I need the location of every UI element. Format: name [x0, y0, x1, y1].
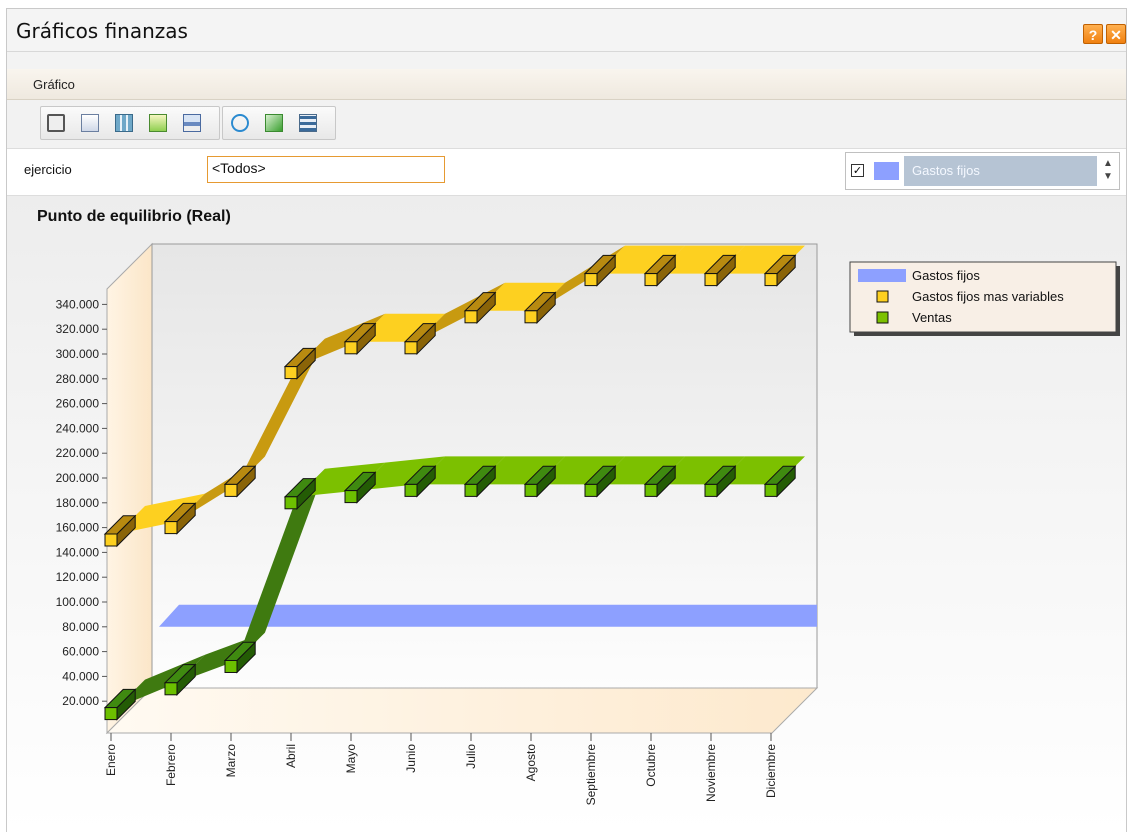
toolbar-group-1 — [40, 106, 220, 140]
menu-bar: Gráfico — [7, 69, 1126, 100]
series-selector[interactable]: ✓ Gastos fijos ▲ ▼ — [845, 152, 1120, 190]
y-tick-label: 140.000 — [56, 545, 100, 559]
table-icon[interactable] — [115, 114, 133, 132]
x-tick-label: Septiembre — [584, 744, 598, 806]
window-icon[interactable] — [47, 114, 65, 132]
series-color-swatch — [874, 162, 899, 180]
x-tick-label: Junio — [404, 744, 418, 773]
export-icon[interactable] — [265, 114, 283, 132]
x-tick-label: Julio — [464, 744, 478, 769]
refresh-icon[interactable] — [231, 114, 249, 132]
x-tick-label: Agosto — [524, 744, 538, 782]
toolbar — [7, 100, 1126, 149]
series-spinner[interactable]: ▲ ▼ — [1101, 157, 1115, 185]
y-tick-label: 60.000 — [62, 645, 99, 659]
chart-title: Punto de equilibrio (Real) — [37, 208, 231, 225]
menu-grafico-label: Gráfico — [33, 77, 75, 92]
title-bar: Gráficos finanzas ? ✕ — [7, 9, 1126, 52]
y-tick-label: 20.000 — [62, 694, 99, 708]
ejercicio-input[interactable]: <Todos> — [207, 156, 445, 183]
ejercicio-label: ejercicio — [24, 162, 72, 177]
y-tick-label: 80.000 — [62, 620, 99, 634]
legend-gastos-fijos-mas-variables-swatch — [876, 290, 889, 303]
y-tick-label: 220.000 — [56, 446, 100, 460]
series-checkbox[interactable]: ✓ — [851, 164, 864, 177]
close-button[interactable]: ✕ — [1106, 24, 1126, 44]
x-tick-label: Mayo — [344, 744, 358, 774]
chart-area: Punto de equilibrio (Real) 20.000 40.000 6… — [7, 196, 1126, 832]
x-tick-label: Marzo — [224, 744, 238, 778]
legend-ventas-swatch — [876, 311, 889, 324]
chart-legend: Gastos fijos Gastos fijos mas variables Ve… — [849, 261, 1120, 336]
toolbar-group-2 — [222, 106, 336, 140]
swap-icon[interactable] — [299, 114, 317, 132]
series-selected-label: Gastos fijos — [904, 156, 1097, 186]
y-tick-label: 320.000 — [56, 322, 100, 336]
window-title: Gráficos finanzas — [16, 19, 188, 43]
x-tick-label: Febrero — [164, 744, 178, 786]
y-tick-label: 300.000 — [56, 347, 100, 361]
legend-gastos-fijos-mas-variables-label: Gastos fijos mas variables — [912, 289, 1064, 304]
x-tick-label: Octubre — [644, 744, 658, 787]
y-tick-label: 180.000 — [56, 496, 100, 510]
legend-ventas-label: Ventas — [912, 310, 952, 325]
x-tick-label: Enero — [104, 744, 118, 776]
x-tick-label: Noviembre — [704, 744, 718, 802]
y-tick-label: 40.000 — [62, 669, 99, 683]
break-even-chart: Punto de equilibrio (Real) 20.000 40.000 6… — [7, 196, 1126, 832]
legend-gastos-fijos-label: Gastos fijos — [912, 268, 980, 283]
y-tick-label: 240.000 — [56, 421, 100, 435]
chart-side-wall — [106, 242, 153, 735]
print-icon[interactable] — [183, 114, 201, 132]
graficos-finanzas-window: Gráficos finanzas ? ✕ Gráfico ejercicio … — [6, 8, 1127, 832]
y-tick-label: 260.000 — [56, 397, 100, 411]
chart-floor — [105, 687, 819, 734]
x-tick-label: Diciembre — [764, 744, 778, 798]
y-tick-label: 280.000 — [56, 372, 100, 386]
help-button[interactable]: ? — [1083, 24, 1103, 44]
y-tick-label: 340.000 — [56, 297, 100, 311]
legend-gastos-fijos-swatch — [858, 269, 906, 282]
y-tick-label: 120.000 — [56, 570, 100, 584]
menu-grafico[interactable]: Gráfico — [33, 77, 75, 92]
excel-icon[interactable] — [149, 114, 167, 132]
y-tick-label: 200.000 — [56, 471, 100, 485]
x-tick-label: Abril — [284, 744, 298, 768]
copy-icon[interactable] — [81, 114, 99, 132]
y-tick-label: 100.000 — [56, 595, 100, 609]
y-tick-label: 160.000 — [56, 521, 100, 535]
